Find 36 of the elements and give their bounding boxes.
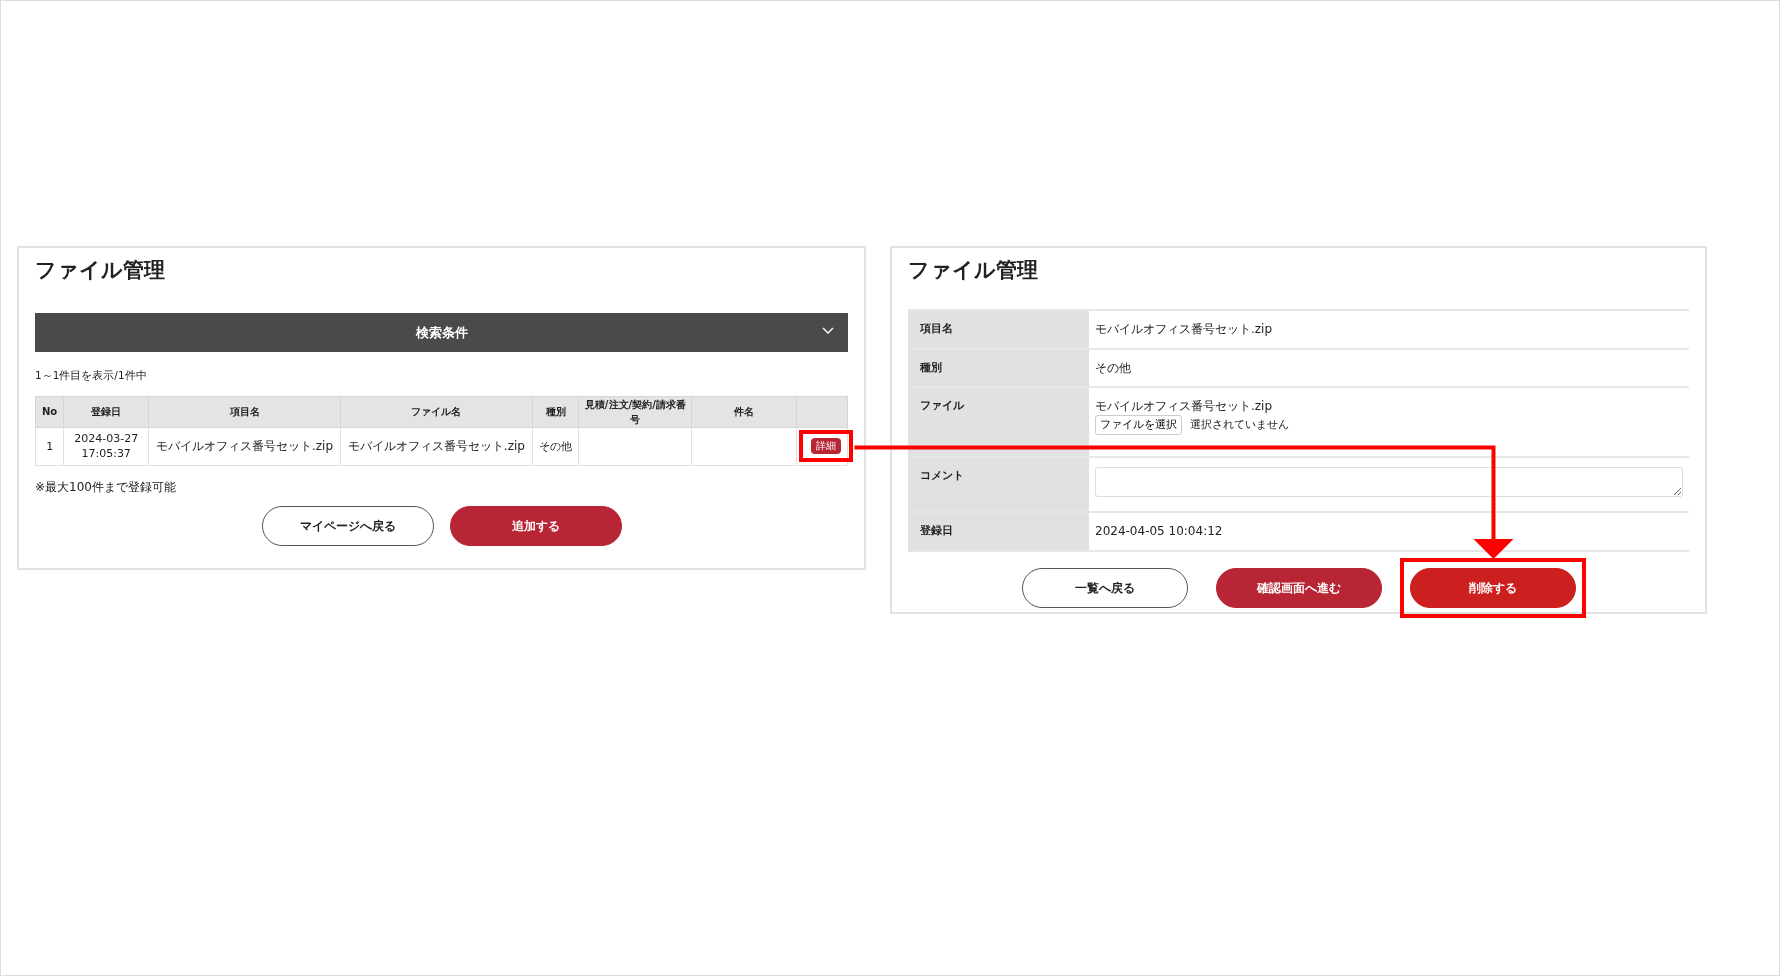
column-header: 件名	[691, 396, 797, 428]
detail-button[interactable]: 詳細	[811, 438, 842, 455]
field-value: 2024-04-05 10:04:12	[1095, 524, 1223, 539]
delete-button[interactable]: 削除する	[1409, 567, 1576, 608]
back-button[interactable]: 一覧へ戻る	[1021, 567, 1188, 608]
file-status: 選択されていません	[1190, 416, 1289, 433]
table-cell: モバイルオフィス番号セット.zip	[340, 427, 533, 466]
result-count: 1～1件目を表示/1件中	[35, 368, 148, 384]
table-cell: 1	[35, 427, 64, 466]
note-text: ※最大100件まで登録可能	[35, 478, 177, 496]
page-title: ファイル管理	[908, 258, 1039, 284]
field-value: モバイルオフィス番号セット.zip	[1095, 322, 1273, 337]
field-label: 項目名	[920, 322, 953, 336]
column-header: No	[35, 396, 64, 428]
column-header: 見積/注文/契約/請求番号	[578, 396, 692, 428]
back-button[interactable]: マイページへ戻る	[261, 505, 434, 546]
field-label: 登録日	[920, 524, 953, 538]
file-name: モバイルオフィス番号セット.zip	[1095, 398, 1274, 416]
confirm-button[interactable]: 確認画面へ進む	[1215, 567, 1382, 608]
field-label: ファイル	[920, 399, 964, 413]
comment-field[interactable]	[1095, 466, 1683, 497]
field-value: その他	[1095, 360, 1131, 375]
add-button[interactable]: 追加する	[449, 505, 622, 546]
field-label: コメント	[920, 468, 964, 482]
table-cell: その他	[532, 427, 579, 466]
choose-file-button[interactable]: ファイルを選択	[1095, 415, 1182, 435]
column-header: 登録日	[63, 396, 149, 428]
search-conditions-bar[interactable]: 検索条件	[35, 313, 848, 353]
column-header: 種別	[532, 396, 579, 428]
field-label: 種別	[920, 360, 942, 374]
table-cell: モバイルオフィス番号セット.zip	[148, 427, 341, 466]
page-title: ファイル管理	[35, 258, 166, 284]
chevron-icon	[822, 327, 834, 336]
column-header: 項目名	[148, 396, 341, 428]
column-header: ファイル名	[340, 396, 533, 428]
table-cell: 2024-03-27 17:05:37	[63, 427, 149, 466]
